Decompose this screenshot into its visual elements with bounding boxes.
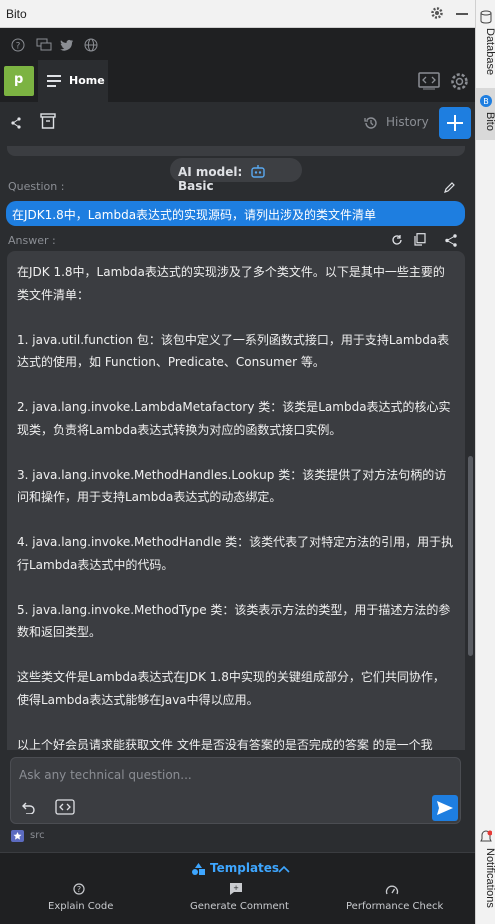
answer-paragraph: 2. java.lang.invoke.LambdaMetafactory 类：…: [17, 400, 451, 437]
twitter-icon[interactable]: [60, 39, 74, 51]
bito-tab-row: p Home: [0, 60, 475, 102]
question-input[interactable]: [19, 766, 419, 784]
template-generate-comment[interactable]: + Generate Comment: [182, 881, 292, 921]
svg-text:+: +: [233, 884, 239, 892]
template-performance-check[interactable]: Performance Check: [340, 881, 450, 921]
context-source-label[interactable]: src: [30, 830, 45, 841]
chat-community-icon[interactable]: [36, 38, 52, 52]
bito-top-icon-bar: ?: [0, 28, 475, 60]
answer-paragraph: 在JDK 1.8中，Lambda表达式的实现涉及了多个类文件。以下是其中一些主要…: [17, 265, 445, 302]
answer-paragraph: 4. java.lang.invoke.MethodHandle 类：该类代表了…: [17, 535, 454, 572]
chevron-up-icon: [278, 865, 290, 873]
bito-icon: B: [480, 95, 492, 107]
template-explain-code-label: Explain Code: [48, 901, 114, 912]
comment-icon: +: [230, 883, 242, 895]
question-circle-icon: ?: [73, 883, 85, 895]
history-button[interactable]: History: [386, 115, 429, 129]
globe-icon[interactable]: [84, 38, 98, 52]
tool-window-title-bar: Bito: [0, 0, 475, 28]
answer-paragraph: 1. java.util.function 包：该包中定义了一系列函数式接口，用…: [17, 332, 450, 370]
database-icon: [480, 10, 492, 24]
notifications-icon: [480, 830, 492, 842]
side-tab-notifications[interactable]: Notifications: [476, 848, 495, 908]
side-tab-bito[interactable]: Bito: [476, 112, 495, 131]
help-icon[interactable]: ?: [11, 38, 25, 52]
tab-home-label: Home: [69, 74, 105, 87]
clear-chat-icon[interactable]: [40, 113, 56, 130]
send-icon: [437, 801, 453, 815]
workspace-avatar[interactable]: p: [4, 66, 34, 96]
chat-area: AI model: Basic Question : 在JDK1.8中，Lamb…: [0, 146, 475, 750]
minimize-icon[interactable]: [456, 13, 468, 15]
answer-paragraph: 3. java.lang.invoke.MethodHandles.Lookup…: [17, 467, 447, 505]
history-icon[interactable]: [364, 116, 378, 130]
ide-right-strip: Database B Bito Notifications: [475, 0, 495, 924]
previous-message-bubble: [7, 146, 465, 156]
robot-icon: [250, 165, 265, 178]
share-answer-icon[interactable]: [445, 234, 457, 247]
answer-paragraph: 这些类文件是Lambda表达式在JDK 1.8中实现的关键组成部分，它们共同协作…: [17, 670, 445, 707]
ai-model-label: AI model:: [178, 165, 243, 179]
gauge-icon: [385, 885, 399, 895]
svg-text:B: B: [483, 97, 489, 106]
tab-home[interactable]: Home: [38, 60, 108, 102]
settings-gear-icon[interactable]: [450, 72, 469, 91]
shapes-icon: [192, 863, 205, 875]
ai-model-value: Basic: [178, 179, 214, 193]
question-input-box: [10, 757, 461, 824]
chat-scrollbar[interactable]: [468, 456, 473, 656]
templates-footer: Templates ? Explain Code + Generate Comm…: [0, 852, 475, 924]
question-bubble: 在JDK1.8中，Lambda表达式的实现源码，请列出涉及的类文件清单: [6, 201, 465, 226]
share-icon[interactable]: [11, 117, 21, 129]
avatar-letter: p: [14, 72, 24, 87]
menu-icon: [47, 75, 61, 87]
answer-paragraph: 5. java.lang.invoke.MethodType 类：该类表示方法的…: [17, 602, 451, 640]
templates-toggle[interactable]: Templates: [192, 861, 292, 877]
new-chat-button[interactable]: [439, 107, 471, 139]
template-performance-check-label: Performance Check: [346, 901, 444, 912]
send-button[interactable]: [432, 795, 458, 821]
undo-icon[interactable]: [22, 801, 36, 814]
context-file-icon: [11, 830, 24, 842]
template-generate-comment-label: Generate Comment: [190, 901, 289, 912]
answer-paragraph: 以上个好会员请求能获取文件 文件是否没有答案的是否完成的答案 的是一个我: [17, 737, 433, 751]
gear-icon[interactable]: [430, 6, 444, 20]
template-explain-code[interactable]: ? Explain Code: [40, 881, 120, 921]
copy-icon[interactable]: [414, 233, 426, 246]
insert-code-icon[interactable]: [55, 799, 75, 815]
svg-text:?: ?: [16, 42, 21, 52]
ai-model-chip[interactable]: AI model: Basic: [170, 158, 302, 193]
plus-icon: [447, 115, 463, 131]
regenerate-icon[interactable]: [391, 234, 403, 246]
chat-toolbar: History: [0, 102, 475, 146]
edit-pencil-icon[interactable]: [444, 181, 456, 193]
templates-label: Templates: [210, 861, 280, 875]
tool-window-title: Bito: [6, 7, 27, 21]
side-tab-database[interactable]: Database: [476, 28, 495, 75]
question-label: Question :: [8, 180, 65, 193]
svg-text:?: ?: [77, 885, 81, 894]
answer-bubble: 在JDK 1.8中，Lambda表达式的实现涉及了多个类文件。以下是其中一些主要…: [7, 251, 465, 750]
answer-label: Answer :: [8, 234, 56, 247]
question-text: 在JDK1.8中，Lambda表达式的实现源码，请列出涉及的类文件清单: [12, 208, 377, 222]
code-window-icon[interactable]: [418, 72, 440, 90]
